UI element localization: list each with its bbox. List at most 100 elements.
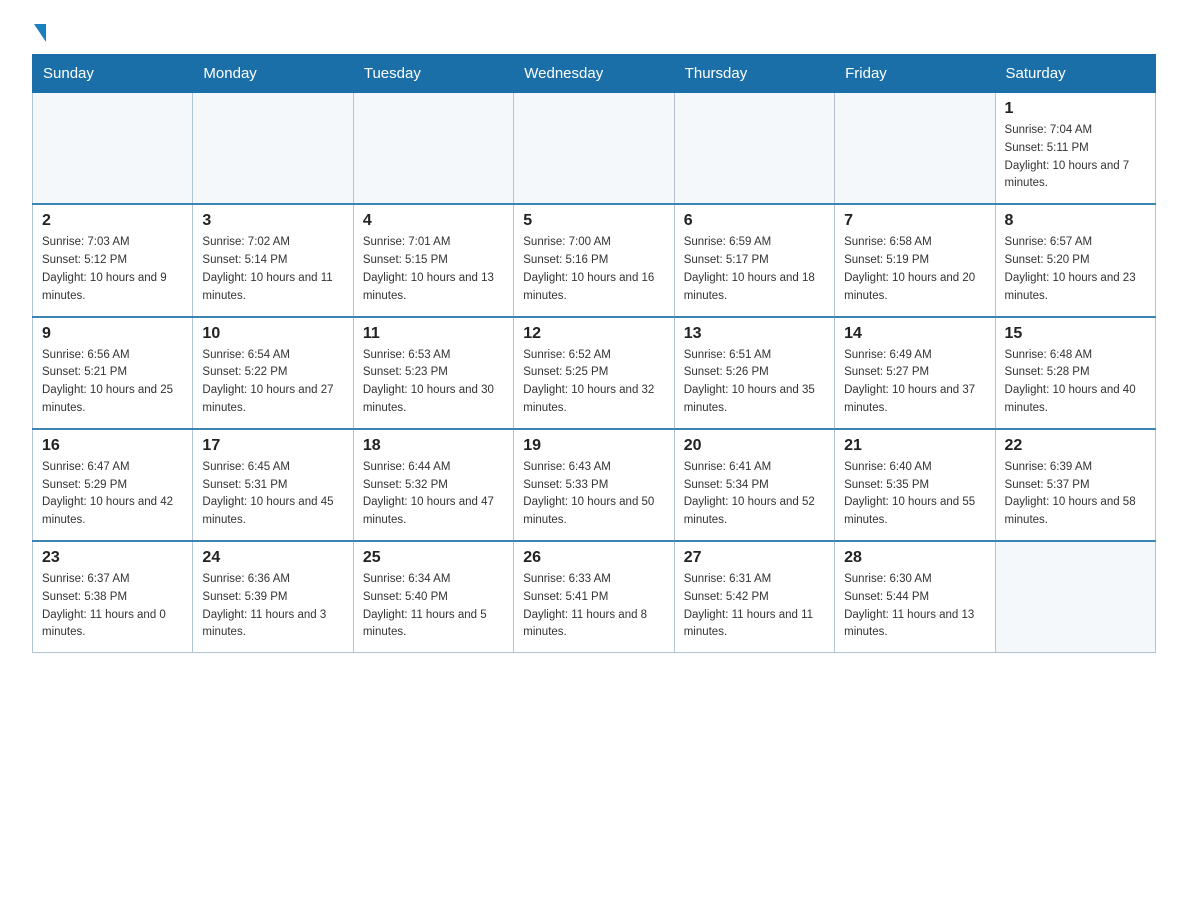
weekday-header-sunday: Sunday (33, 55, 193, 93)
day-number: 12 (523, 325, 664, 343)
calendar-week-row: 9 Sunrise: 6:56 AMSunset: 5:21 PMDaylight… (33, 317, 1156, 429)
day-info: Sunrise: 6:36 AMSunset: 5:39 PMDaylight:… (202, 571, 343, 642)
calendar-cell: 18 Sunrise: 6:44 AMSunset: 5:32 PMDayligh… (353, 429, 513, 541)
day-number: 1 (1005, 100, 1146, 118)
calendar-cell: 28 Sunrise: 6:30 AMSunset: 5:44 PMDayligh… (835, 541, 995, 653)
day-number: 8 (1005, 212, 1146, 230)
calendar-cell: 17 Sunrise: 6:45 AMSunset: 5:31 PMDayligh… (193, 429, 353, 541)
weekday-header-monday: Monday (193, 55, 353, 93)
calendar-week-row: 2 Sunrise: 7:03 AMSunset: 5:12 PMDaylight… (33, 204, 1156, 316)
day-info: Sunrise: 6:57 AMSunset: 5:20 PMDaylight:… (1005, 234, 1146, 305)
day-number: 15 (1005, 325, 1146, 343)
calendar-cell: 14 Sunrise: 6:49 AMSunset: 5:27 PMDayligh… (835, 317, 995, 429)
calendar-body: 1 Sunrise: 7:04 AMSunset: 5:11 PMDaylight… (33, 93, 1156, 653)
day-info: Sunrise: 6:45 AMSunset: 5:31 PMDaylight:… (202, 459, 343, 530)
calendar-table: SundayMondayTuesdayWednesdayThursdayFrid… (32, 54, 1156, 653)
day-number: 28 (844, 549, 985, 567)
calendar-cell: 19 Sunrise: 6:43 AMSunset: 5:33 PMDayligh… (514, 429, 674, 541)
day-info: Sunrise: 6:30 AMSunset: 5:44 PMDaylight:… (844, 571, 985, 642)
day-info: Sunrise: 6:31 AMSunset: 5:42 PMDaylight:… (684, 571, 825, 642)
day-number: 10 (202, 325, 343, 343)
day-number: 11 (363, 325, 504, 343)
day-info: Sunrise: 6:47 AMSunset: 5:29 PMDaylight:… (42, 459, 183, 530)
day-info: Sunrise: 6:52 AMSunset: 5:25 PMDaylight:… (523, 347, 664, 418)
day-info: Sunrise: 7:04 AMSunset: 5:11 PMDaylight:… (1005, 122, 1146, 193)
day-info: Sunrise: 6:59 AMSunset: 5:17 PMDaylight:… (684, 234, 825, 305)
day-number: 6 (684, 212, 825, 230)
day-info: Sunrise: 6:41 AMSunset: 5:34 PMDaylight:… (684, 459, 825, 530)
calendar-cell (835, 93, 995, 205)
calendar-cell: 12 Sunrise: 6:52 AMSunset: 5:25 PMDayligh… (514, 317, 674, 429)
calendar-cell: 13 Sunrise: 6:51 AMSunset: 5:26 PMDayligh… (674, 317, 834, 429)
calendar-cell: 25 Sunrise: 6:34 AMSunset: 5:40 PMDayligh… (353, 541, 513, 653)
calendar-cell: 11 Sunrise: 6:53 AMSunset: 5:23 PMDayligh… (353, 317, 513, 429)
weekday-header-saturday: Saturday (995, 55, 1155, 93)
logo-blue-text (32, 24, 46, 42)
calendar-week-row: 16 Sunrise: 6:47 AMSunset: 5:29 PMDayligh… (33, 429, 1156, 541)
day-number: 9 (42, 325, 183, 343)
day-number: 26 (523, 549, 664, 567)
calendar-cell: 5Sunrise: 7:00 AMSunset: 5:16 PMDaylight… (514, 204, 674, 316)
calendar-cell: 20 Sunrise: 6:41 AMSunset: 5:34 PMDayligh… (674, 429, 834, 541)
calendar-cell: 26 Sunrise: 6:33 AMSunset: 5:41 PMDayligh… (514, 541, 674, 653)
day-info: Sunrise: 6:56 AMSunset: 5:21 PMDaylight:… (42, 347, 183, 418)
calendar-cell: 24 Sunrise: 6:36 AMSunset: 5:39 PMDayligh… (193, 541, 353, 653)
calendar-cell: 4 Sunrise: 7:01 AMSunset: 5:15 PMDaylight… (353, 204, 513, 316)
day-info: Sunrise: 6:43 AMSunset: 5:33 PMDaylight:… (523, 459, 664, 530)
calendar-cell: 6 Sunrise: 6:59 AMSunset: 5:17 PMDaylight… (674, 204, 834, 316)
day-info: Sunrise: 6:39 AMSunset: 5:37 PMDaylight:… (1005, 459, 1146, 530)
calendar-cell: 3 Sunrise: 7:02 AMSunset: 5:14 PMDaylight… (193, 204, 353, 316)
calendar-cell: 16 Sunrise: 6:47 AMSunset: 5:29 PMDayligh… (33, 429, 193, 541)
day-number: 20 (684, 437, 825, 455)
day-info: Sunrise: 6:54 AMSunset: 5:22 PMDaylight:… (202, 347, 343, 418)
day-number: 21 (844, 437, 985, 455)
day-number: 22 (1005, 437, 1146, 455)
day-number: 14 (844, 325, 985, 343)
day-info: Sunrise: 6:48 AMSunset: 5:28 PMDaylight:… (1005, 347, 1146, 418)
day-number: 24 (202, 549, 343, 567)
calendar-cell: 9 Sunrise: 6:56 AMSunset: 5:21 PMDaylight… (33, 317, 193, 429)
day-number: 19 (523, 437, 664, 455)
day-number: 17 (202, 437, 343, 455)
calendar-cell: 2 Sunrise: 7:03 AMSunset: 5:12 PMDaylight… (33, 204, 193, 316)
day-info: Sunrise: 6:33 AMSunset: 5:41 PMDaylight:… (523, 571, 664, 642)
calendar-cell: 8 Sunrise: 6:57 AMSunset: 5:20 PMDaylight… (995, 204, 1155, 316)
weekday-header-tuesday: Tuesday (353, 55, 513, 93)
day-info: Sunrise: 7:03 AMSunset: 5:12 PMDaylight:… (42, 234, 183, 305)
day-info: Sunrise: 6:44 AMSunset: 5:32 PMDaylight:… (363, 459, 504, 530)
weekday-header-row: SundayMondayTuesdayWednesdayThursdayFrid… (33, 55, 1156, 93)
day-number: 2 (42, 212, 183, 230)
day-number: 27 (684, 549, 825, 567)
day-info: Sunrise: 7:01 AMSunset: 5:15 PMDaylight:… (363, 234, 504, 305)
day-number: 18 (363, 437, 504, 455)
day-info: Sunrise: 7:02 AMSunset: 5:14 PMDaylight:… (202, 234, 343, 305)
calendar-week-row: 23 Sunrise: 6:37 AMSunset: 5:38 PMDayligh… (33, 541, 1156, 653)
day-number: 13 (684, 325, 825, 343)
calendar-cell: 7 Sunrise: 6:58 AMSunset: 5:19 PMDaylight… (835, 204, 995, 316)
day-info: Sunrise: 6:58 AMSunset: 5:19 PMDaylight:… (844, 234, 985, 305)
calendar-cell (33, 93, 193, 205)
calendar-cell: 23 Sunrise: 6:37 AMSunset: 5:38 PMDayligh… (33, 541, 193, 653)
calendar-cell: 10 Sunrise: 6:54 AMSunset: 5:22 PMDayligh… (193, 317, 353, 429)
day-info: Sunrise: 6:53 AMSunset: 5:23 PMDaylight:… (363, 347, 504, 418)
day-info: Sunrise: 6:51 AMSunset: 5:26 PMDaylight:… (684, 347, 825, 418)
weekday-header-thursday: Thursday (674, 55, 834, 93)
calendar-cell: 22 Sunrise: 6:39 AMSunset: 5:37 PMDayligh… (995, 429, 1155, 541)
day-number: 23 (42, 549, 183, 567)
calendar-cell: 1 Sunrise: 7:04 AMSunset: 5:11 PMDaylight… (995, 93, 1155, 205)
calendar-cell (514, 93, 674, 205)
day-number: 7 (844, 212, 985, 230)
day-info: Sunrise: 6:49 AMSunset: 5:27 PMDaylight:… (844, 347, 985, 418)
day-number: 16 (42, 437, 183, 455)
day-info: Sunrise: 6:40 AMSunset: 5:35 PMDaylight:… (844, 459, 985, 530)
day-number: 25 (363, 549, 504, 567)
page-header (32, 24, 1156, 42)
day-number: 4 (363, 212, 504, 230)
day-number: 3 (202, 212, 343, 230)
calendar-header: SundayMondayTuesdayWednesdayThursdayFrid… (33, 55, 1156, 93)
calendar-cell: 27 Sunrise: 6:31 AMSunset: 5:42 PMDayligh… (674, 541, 834, 653)
calendar-cell (995, 541, 1155, 653)
day-info: Sunrise: 6:34 AMSunset: 5:40 PMDaylight:… (363, 571, 504, 642)
day-info: Sunrise: 6:37 AMSunset: 5:38 PMDaylight:… (42, 571, 183, 642)
weekday-header-wednesday: Wednesday (514, 55, 674, 93)
